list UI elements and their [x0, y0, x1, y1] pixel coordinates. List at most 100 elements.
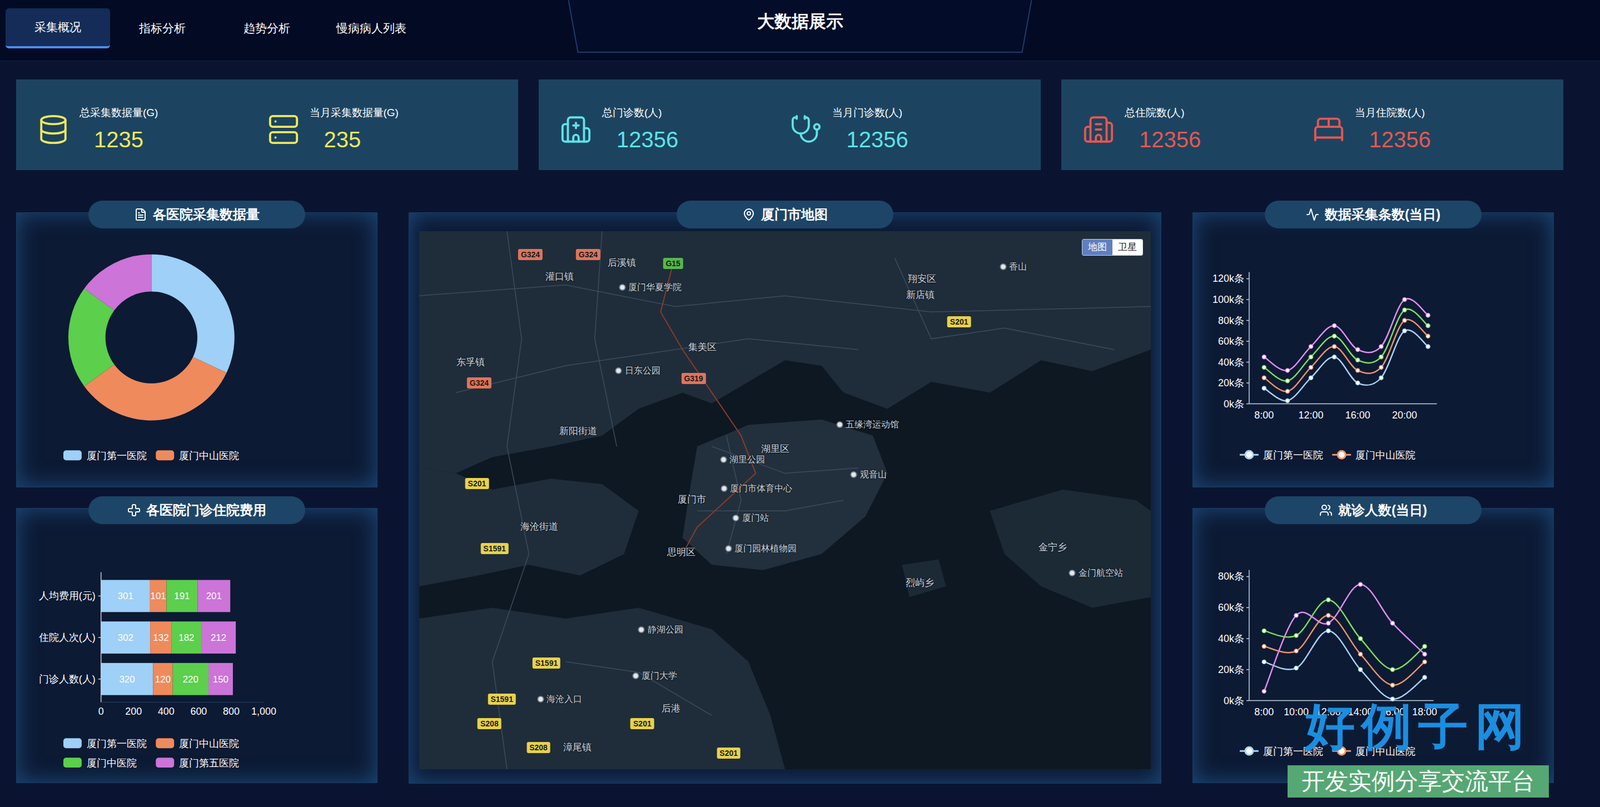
data-point[interactable] [1261, 689, 1266, 694]
data-point[interactable] [1379, 344, 1384, 349]
nav-tab[interactable]: 趋势分析 [214, 8, 320, 49]
data-point[interactable] [1285, 379, 1290, 384]
map-label-poi[interactable]: 金门航空站 [1069, 567, 1124, 579]
map-label-area[interactable]: 灌口镇 [545, 271, 574, 283]
data-point[interactable] [1309, 355, 1314, 360]
data-point[interactable] [1425, 323, 1430, 328]
data-point[interactable] [1425, 344, 1430, 349]
line-series[interactable] [1261, 297, 1430, 374]
map-label-area[interactable]: 后港 [661, 703, 681, 715]
data-point[interactable] [1285, 368, 1290, 373]
legend-item[interactable]: 厦门第五医院 [155, 757, 240, 769]
map-label-poi[interactable]: 海沧入口 [537, 693, 583, 705]
map-label-shield[interactable]: S201 [716, 747, 741, 759]
data-point[interactable] [1294, 666, 1299, 671]
donut-segment[interactable] [83, 254, 152, 311]
map-label-area[interactable]: 新店镇 [906, 289, 935, 301]
data-point[interactable] [1358, 637, 1363, 642]
data-point[interactable] [1294, 633, 1299, 638]
bar-segment[interactable]: 201 [197, 579, 231, 613]
bar-segment[interactable]: 320 [101, 663, 154, 696]
data-point[interactable] [1390, 697, 1395, 702]
map-label-shield[interactable]: S201 [630, 718, 655, 730]
map-label-shield[interactable]: S201 [947, 316, 972, 328]
data-point[interactable] [1332, 323, 1337, 328]
data-point[interactable] [1261, 644, 1266, 649]
bar-segment[interactable]: 101 [150, 579, 167, 613]
data-point[interactable] [1402, 329, 1407, 334]
bar-segment[interactable]: 132 [150, 621, 172, 654]
line-series[interactable] [1261, 582, 1427, 694]
map-label-poi[interactable]: 湖里公园 [719, 454, 765, 466]
map-label-shield[interactable]: G324 [575, 249, 601, 261]
map-label-area[interactable]: 后溪镇 [607, 257, 636, 269]
data-point[interactable] [1379, 355, 1384, 360]
bar-segment[interactable]: 150 [208, 663, 233, 696]
legend-item[interactable]: 厦门中医院 [63, 757, 137, 769]
map-type-button[interactable]: 卫星 [1112, 239, 1143, 256]
legend-item[interactable]: 厦门中山医院 [1332, 746, 1416, 758]
map-label-shield[interactable]: S1591 [487, 693, 516, 705]
data-point[interactable] [1390, 621, 1395, 626]
map-label-area[interactable]: 湖里区 [761, 443, 790, 455]
map-label-area[interactable]: 思明区 [667, 547, 696, 559]
map-label-area[interactable]: 集美区 [688, 341, 717, 354]
data-point[interactable] [1358, 667, 1363, 672]
map-label-poi[interactable]: 厦门大学 [632, 670, 678, 682]
line-series[interactable] [1261, 318, 1430, 394]
data-point[interactable] [1355, 368, 1360, 373]
map-label-poi[interactable]: 日东公园 [615, 365, 661, 377]
map-label-poi[interactable]: 厦门园林植物园 [724, 543, 797, 555]
map-label-poi[interactable]: 厦门市体育中心 [720, 483, 793, 495]
data-point[interactable] [1402, 307, 1407, 312]
bar-segment[interactable]: 302 [101, 621, 151, 654]
data-point[interactable] [1355, 348, 1360, 352]
map-label-shield[interactable]: S208 [477, 718, 502, 730]
legend-item[interactable]: 厦门第一医院 [63, 738, 147, 750]
bar-segment[interactable]: 301 [101, 579, 151, 613]
data-point[interactable] [1332, 334, 1337, 339]
legend-item[interactable]: 厦门第一医院 [1239, 449, 1324, 461]
bar-segment[interactable]: 191 [166, 579, 198, 613]
bar-segment[interactable]: 220 [172, 663, 209, 696]
data-point[interactable] [1332, 344, 1337, 349]
legend-item[interactable]: 厦门中山医院 [1332, 449, 1416, 461]
data-point[interactable] [1261, 386, 1266, 391]
data-point[interactable] [1355, 358, 1360, 362]
data-point[interactable] [1309, 375, 1314, 380]
map-label-shield[interactable]: G324 [466, 377, 492, 389]
map-label-poi[interactable]: 厦门站 [732, 512, 769, 524]
map-label-area[interactable]: 东孚镇 [456, 356, 485, 369]
data-point[interactable] [1261, 629, 1266, 634]
bar-segment[interactable]: 120 [152, 663, 173, 696]
data-point[interactable] [1326, 613, 1331, 618]
data-point[interactable] [1355, 381, 1360, 386]
map-label-poi[interactable]: 厦门华夏学院 [618, 281, 682, 293]
data-point[interactable] [1358, 582, 1363, 587]
map-label-poi[interactable]: 香山 [999, 261, 1027, 273]
data-point[interactable] [1422, 675, 1427, 680]
legend-item[interactable]: 厦门中山医院 [155, 738, 240, 750]
nav-tab[interactable]: 指标分析 [110, 8, 215, 49]
data-point[interactable] [1402, 297, 1407, 302]
data-point[interactable] [1261, 365, 1266, 370]
data-point[interactable] [1425, 334, 1430, 339]
data-point[interactable] [1261, 355, 1266, 360]
line-series[interactable] [1261, 329, 1430, 404]
map-label-area[interactable]: 烈屿乡 [905, 577, 934, 589]
donut-segment[interactable] [151, 254, 235, 374]
bar-segment[interactable]: 212 [201, 621, 236, 654]
data-point[interactable] [1309, 344, 1314, 349]
map-label-poi[interactable]: 五缘湾运动馆 [836, 419, 899, 431]
legend-item[interactable]: 厦门第一医院 [1239, 746, 1324, 758]
map-label-shield[interactable]: S1591 [532, 657, 561, 669]
line-series[interactable] [1261, 307, 1430, 384]
map-label-shield[interactable]: G324 [518, 249, 543, 261]
data-point[interactable] [1309, 365, 1314, 370]
legend-item[interactable]: 厦门中山医院 [155, 450, 240, 462]
map-label-shield[interactable]: G319 [681, 373, 706, 385]
bar-segment[interactable]: 182 [171, 621, 202, 654]
data-point[interactable] [1294, 613, 1299, 618]
data-point[interactable] [1285, 398, 1290, 403]
map-label-area[interactable]: 新阳街道 [559, 425, 598, 437]
